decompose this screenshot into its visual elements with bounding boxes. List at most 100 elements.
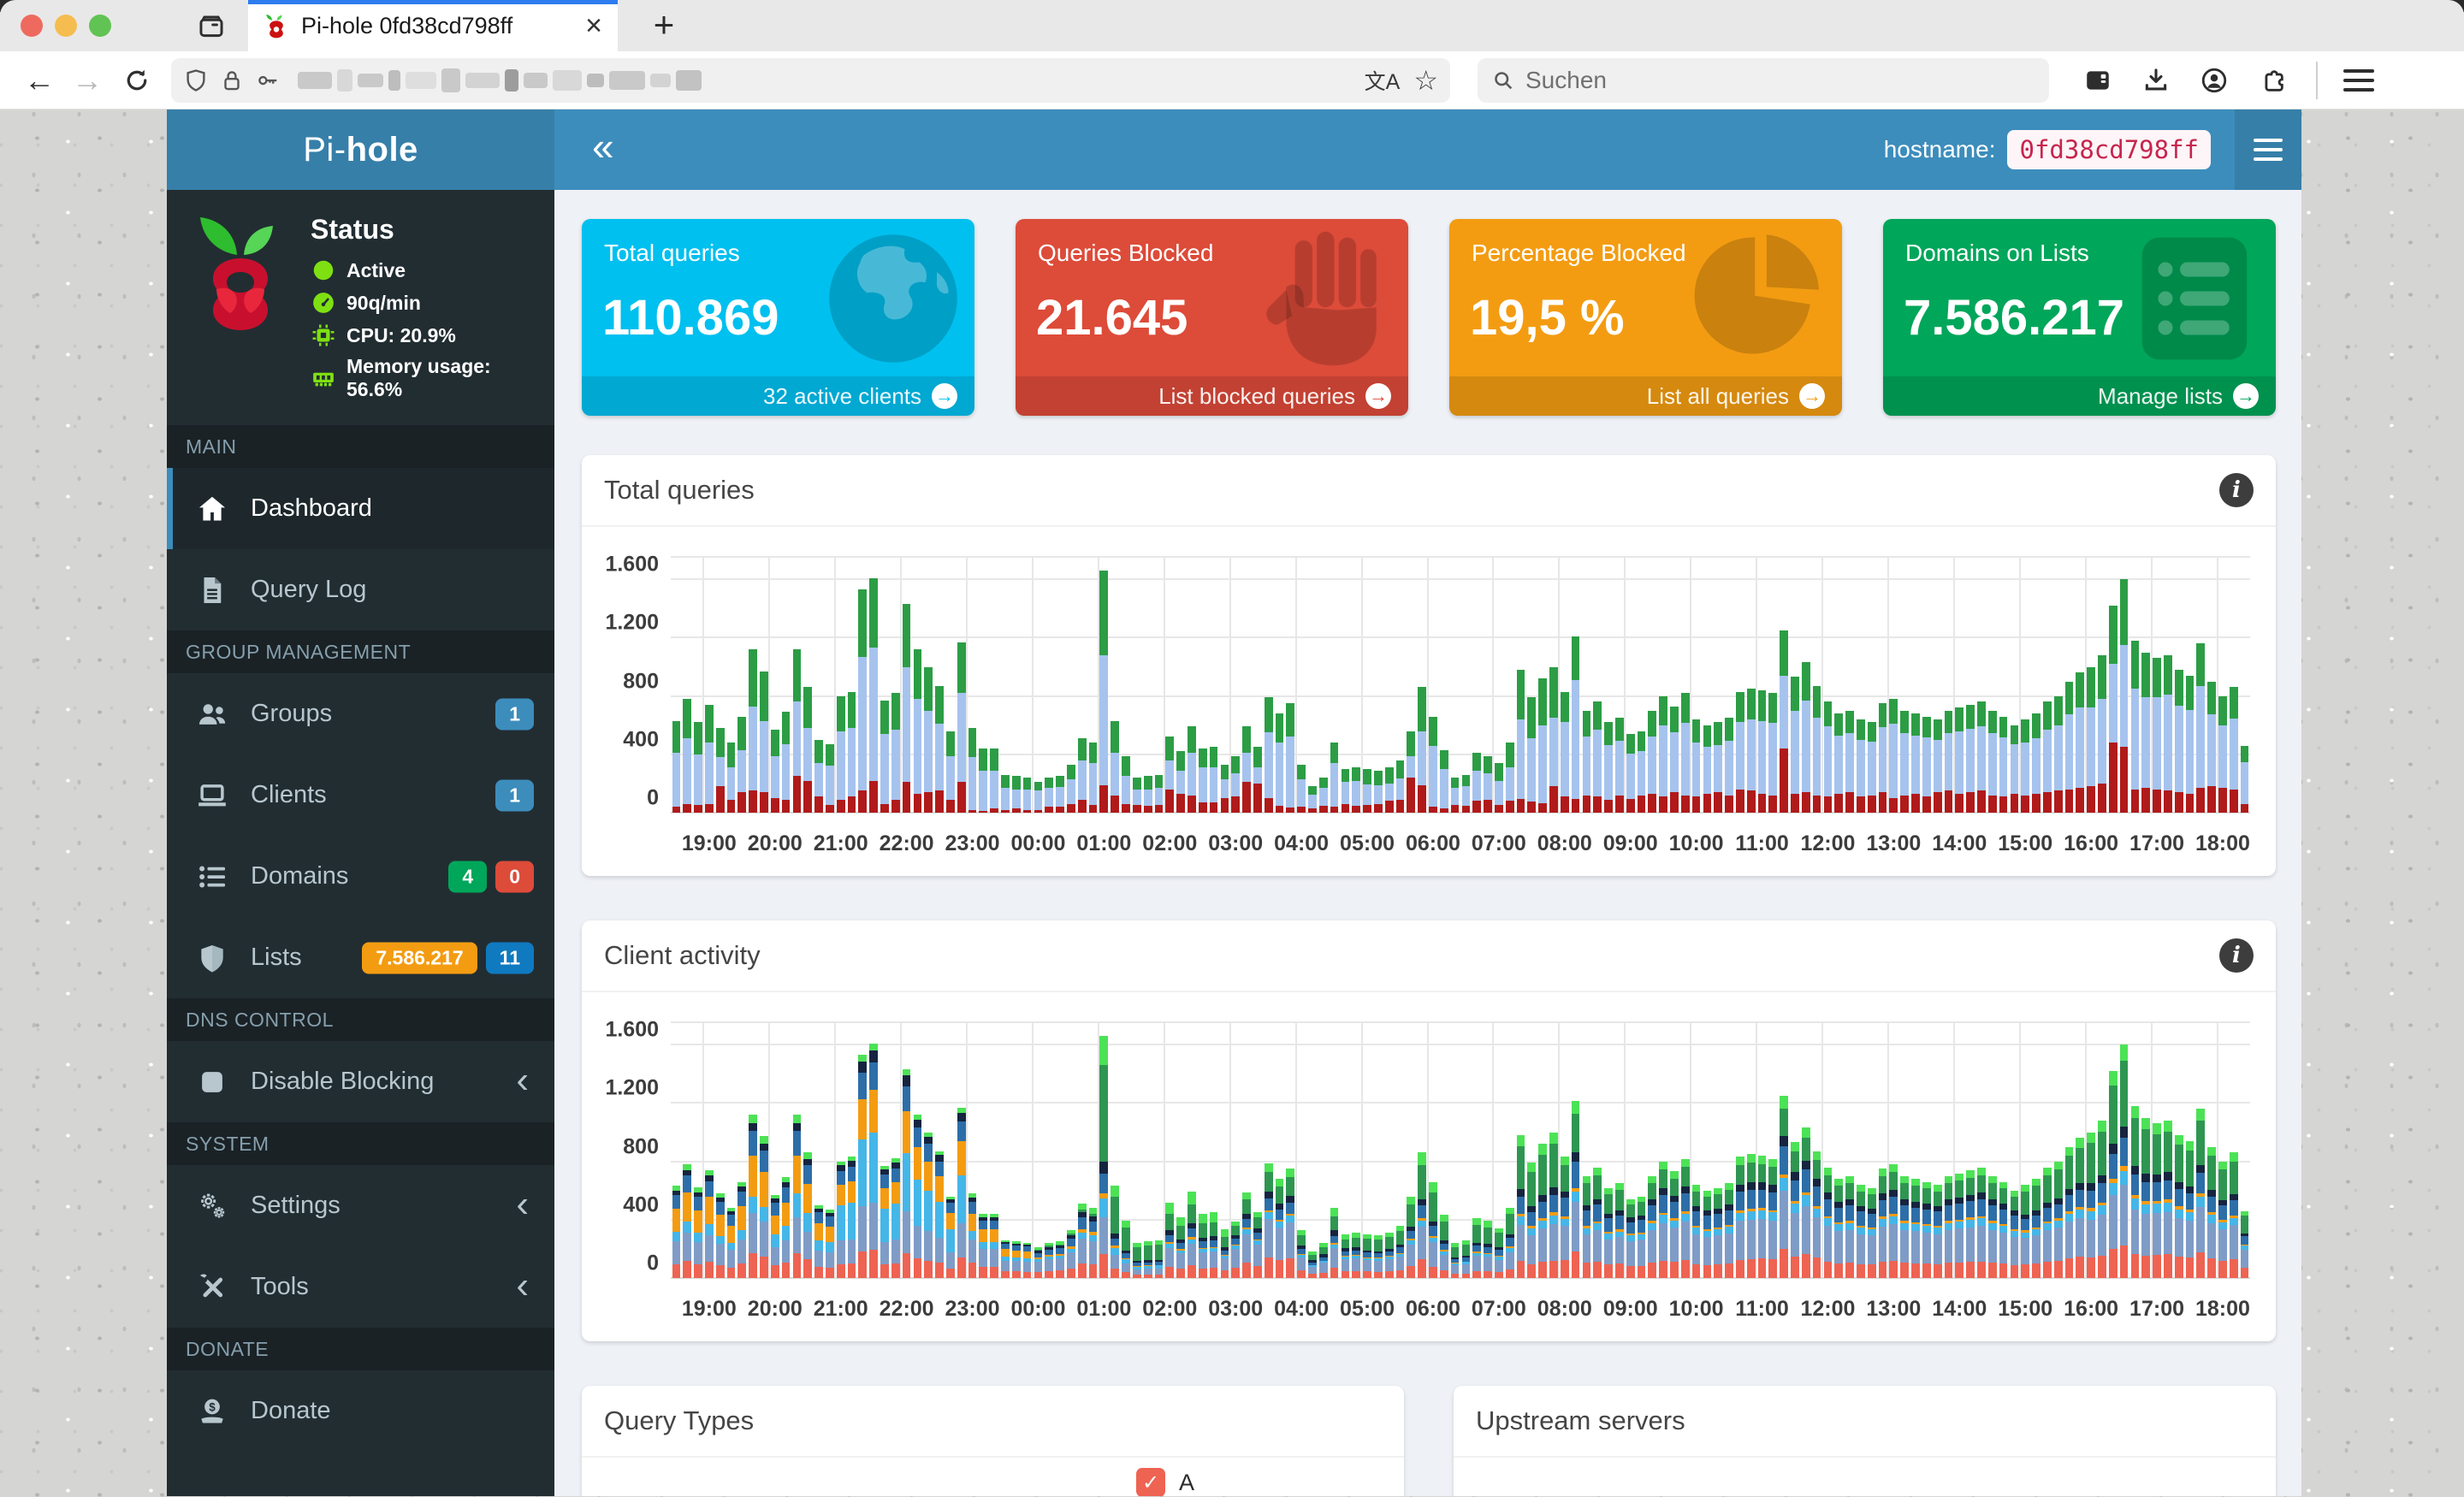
dot-icon [311,257,336,283]
laptop-icon [196,779,228,812]
listicon-icon [196,861,228,893]
arrow-right-icon: → [932,383,957,409]
status-dot: Active [311,257,539,283]
tools-icon [196,1271,228,1304]
card-footer-link[interactable]: List all queries → [1449,376,1842,416]
client-activity-panel: Client activity i 1.600 1.200 800 400 0 19:00… [582,920,2276,1341]
badge: 11 [485,942,534,973]
legend-item-a[interactable]: ✓ A [1136,1468,1194,1496]
arrow-right-icon: → [1799,383,1825,409]
card-title: Queries Blocked [1038,240,1214,266]
card-percentage-blocked[interactable]: Percentage Blocked 19,5 % List all queries… [1449,219,1842,416]
gauge-icon [311,290,336,316]
url-redacted [298,68,1365,92]
shield-icon[interactable] [183,68,209,93]
sidebar-section-donate: DONATE [167,1328,554,1370]
sidebar-item-tools[interactable]: Tools ‹ [167,1246,554,1328]
card-queries-blocked[interactable]: Queries Blocked 21.645 List blocked querie… [1016,219,1408,416]
card-total-queries[interactable]: Total queries 110.869 32 active clients → [582,219,974,416]
badge: 0 [495,861,534,892]
hostname-value: 0fd38cd798ff [2007,130,2211,169]
sidebar-item-clients[interactable]: Clients 1 [167,754,554,836]
sidebar-item-settings[interactable]: Settings ‹ [167,1165,554,1246]
sidebar-panel-icon[interactable] [2083,66,2112,95]
chevron-left-icon: ‹ [516,1182,529,1225]
search-bar[interactable]: Suchen [1478,57,2049,103]
browser-window: Pi-hole 0fd38cd798ff × + ← → 文A ☆ Suchen… [0,0,2464,1497]
card-title: Domains on Lists [1905,240,2089,266]
sidebar-item-groups[interactable]: Groups 1 [167,673,554,754]
query-types-legend[interactable]: ✓ A [1136,1468,1194,1496]
client-activity-title: Client activity [604,940,761,970]
client-activity-chart[interactable]: 1.600 1.200 800 400 0 19:00 20:00 21:00 22:00 23:… [582,992,2276,1341]
close-window-button[interactable] [21,15,43,37]
info-icon[interactable]: i [2219,473,2254,507]
info-icon[interactable]: i [2219,938,2254,973]
sidebar-item-lists[interactable]: Lists 7.586.217 11 [167,917,554,998]
upstream-servers-panel: Upstream servers [1454,1386,2276,1496]
back-button[interactable]: ← [15,62,63,98]
sidebar-item-donate[interactable]: $ Donate [167,1370,554,1452]
home-icon [196,493,228,525]
card-footer-link[interactable]: 32 active clients → [582,376,974,416]
tab-title: Pi-hole 0fd38cd798ff [301,12,513,38]
sidebar-item-domains[interactable]: Domains 4 0 [167,836,554,917]
zoom-window-button[interactable] [89,15,111,37]
key-icon[interactable] [255,68,281,93]
sidebar-item-dashboard[interactable]: Dashboard [167,468,554,549]
content-strip: Pi-hole « hostname: 0fd38cd798ff Status … [0,109,2464,1496]
pihole-brand[interactable]: Pi-hole [167,109,554,190]
screen: Pi-hole 0fd38cd798ff × + ← → 文A ☆ Suchen… [0,0,2464,1497]
minimize-window-button[interactable] [55,15,77,37]
card-footer-link[interactable]: Manage lists → [1883,376,2276,416]
reload-button[interactable] [123,67,151,94]
card-value: 21.645 [1036,290,1188,346]
sidebar-section-main: MAIN [167,425,554,468]
window-controls[interactable] [21,15,111,37]
upstream-servers-title: Upstream servers [1476,1405,1685,1435]
chevron-left-icon: ‹ [516,1263,529,1306]
lock-icon[interactable] [219,68,245,93]
downloads-icon[interactable] [2141,66,2171,95]
forward-button[interactable]: → [63,62,111,98]
url-bar[interactable]: 文A ☆ [171,57,1450,103]
chip-icon [311,322,336,348]
pihole-logo-icon [186,210,295,408]
navbar-menu-button[interactable] [2235,109,2301,190]
card-value: 7.586.217 [1904,290,2125,346]
card-domains-on-lists[interactable]: Domains on Lists 7.586.217 Manage lists → [1883,219,2276,416]
legend-label: A [1179,1469,1195,1495]
sidebar-item-disable-blocking[interactable]: Disable Blocking ‹ [167,1041,554,1122]
account-icon[interactable] [2200,66,2229,95]
hostname-label: hostname: [1883,136,1996,163]
card-title: Percentage Blocked [1472,240,1686,266]
sidebar-section-system: SYSTEM [167,1122,554,1165]
translate-icon[interactable]: 文A [1365,65,1401,96]
card-value: 19,5 % [1470,290,1625,346]
menu-button[interactable] [2343,63,2374,98]
card-value: 110.869 [602,290,779,346]
badge: 7.586.217 [362,942,477,973]
status-box: Status Active 90q/min CPU: 20.9% Memory usa… [167,190,554,425]
toolbar-icons [2083,66,2287,95]
bookmark-star-icon[interactable]: ☆ [1413,64,1438,97]
gears-icon [196,1190,228,1222]
total-queries-chart[interactable]: 1.600 1.200 800 400 0 19:00 20:00 21:00 22:00 23:… [582,527,2276,876]
new-tab-button[interactable]: + [643,5,684,46]
tab-close-icon[interactable]: × [585,11,602,40]
page-viewport: Pi-hole « hostname: 0fd38cd798ff Status … [167,109,2301,1496]
browser-tab[interactable]: Pi-hole 0fd38cd798ff × [248,0,618,51]
query-types-title: Query Types [604,1405,755,1435]
badge: 1 [495,779,534,811]
sidebar-item-query-log[interactable]: Query Log [167,549,554,630]
browser-toolbar: ← → 文A ☆ Suchen [0,51,2464,109]
card-footer-link[interactable]: List blocked queries → [1016,376,1408,416]
card-title: Total queries [604,240,740,266]
badge: 1 [495,698,534,730]
checkbox-checked-icon[interactable]: ✓ [1136,1468,1165,1496]
tab-overview-icon[interactable] [197,12,226,39]
pihole-favicon-icon [266,15,283,38]
arrow-right-icon: → [2233,383,2259,409]
extensions-puzzle-icon[interactable] [2258,66,2287,95]
sidebar-collapse-icon[interactable]: « [592,127,614,166]
